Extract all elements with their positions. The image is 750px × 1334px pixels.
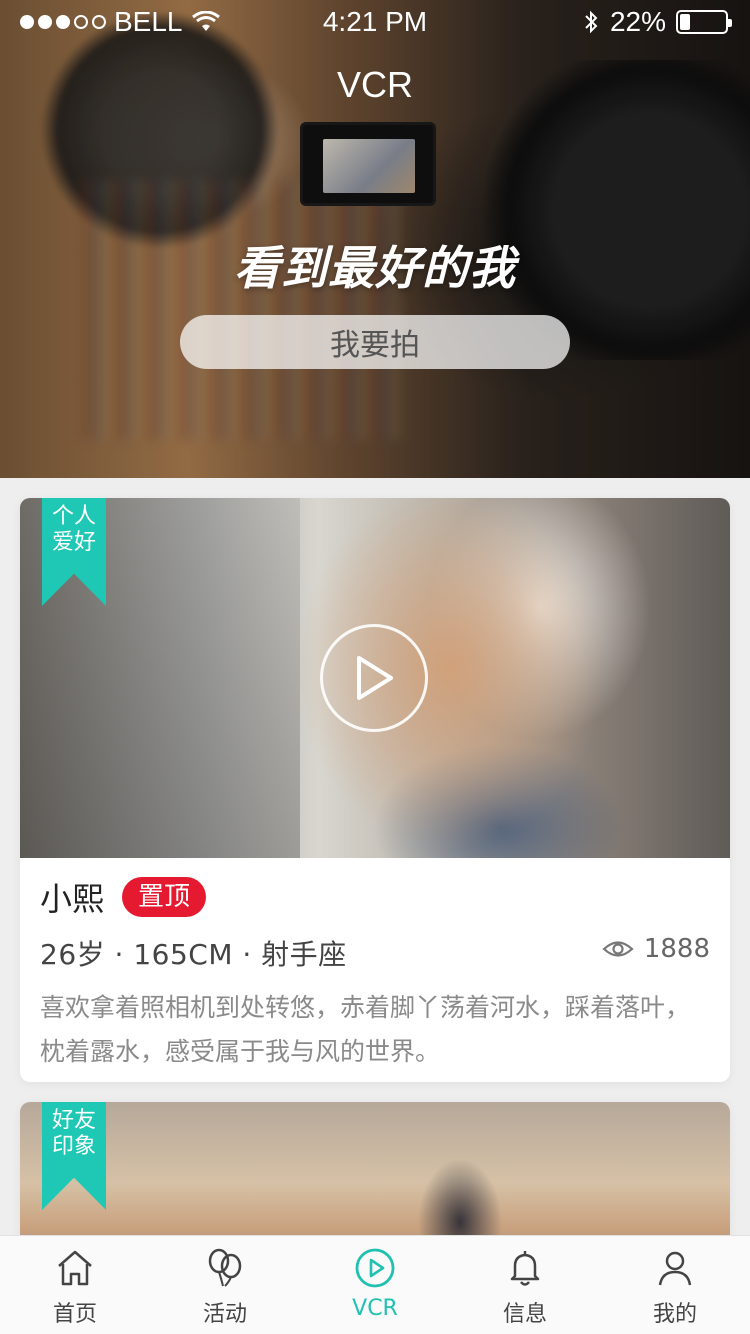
- bottom-tab-bar: 首页 活动 VCR 信息 我的: [0, 1235, 750, 1334]
- video-thumbnail[interactable]: 个人 爱好: [20, 498, 730, 858]
- balloons-icon: [208, 1248, 242, 1287]
- name-row: 小熙 置顶: [40, 872, 710, 922]
- user-description: 喜欢拿着照相机到处转悠，赤着脚丫荡着河水，踩着落叶，枕着露水，感受属于我与风的世…: [40, 993, 691, 1066]
- hero-slogan: 看到最好的我: [234, 241, 516, 295]
- pinned-badge: 置顶: [122, 877, 207, 917]
- card-info: 小熙 置顶 26岁 · 165CM · 射手座 1888 喜欢拿着照相机到处转悠…: [40, 872, 710, 1074]
- tab-vcr[interactable]: VCR: [300, 1236, 450, 1334]
- status-right: 22%: [582, 6, 732, 38]
- bell-icon: [510, 1251, 540, 1286]
- eye-icon: [602, 941, 634, 957]
- status-bar: BELL 4:21 PM 22%: [0, 0, 750, 44]
- shoot-button[interactable]: 我要拍: [180, 315, 570, 369]
- play-circle-icon: [355, 1248, 395, 1288]
- tab-home[interactable]: 首页: [0, 1236, 150, 1334]
- page-title: VCR: [336, 64, 413, 105]
- tab-label: 信息: [502, 1302, 547, 1327]
- home-icon: [58, 1250, 92, 1286]
- user-icon: [658, 1251, 692, 1286]
- battery-percent: 22%: [609, 6, 666, 37]
- user-meta: 26岁 · 165CM · 射手座: [40, 938, 347, 971]
- user-name[interactable]: 小熙: [40, 874, 104, 920]
- tab-label: 我的: [652, 1302, 697, 1327]
- play-button[interactable]: [320, 624, 428, 732]
- ribbon-line2: 爱好: [51, 530, 96, 555]
- tab-activities[interactable]: 活动: [150, 1236, 300, 1334]
- bluetooth-icon: [585, 10, 598, 34]
- vcr-card[interactable]: 个人 爱好 小熙 置顶 26岁 · 165CM · 射手座 1888 喜欢拿着照…: [20, 498, 730, 1082]
- tab-label: 首页: [52, 1302, 97, 1327]
- hero-banner: BELL 4:21 PM 22% VCR 看到最好的我 我要拍: [0, 0, 750, 478]
- tab-label: VCR: [352, 1296, 398, 1321]
- play-icon: [357, 656, 393, 700]
- tab-label: 活动: [202, 1302, 247, 1327]
- category-ribbon: 好友 印象: [42, 1102, 106, 1210]
- tab-messages[interactable]: 信息: [450, 1236, 600, 1334]
- ribbon-line1: 个人: [51, 504, 96, 529]
- ribbon-line2: 印象: [51, 1134, 96, 1159]
- view-count: 1888: [602, 934, 710, 964]
- tab-profile[interactable]: 我的: [600, 1236, 750, 1334]
- ribbon-line1: 好友: [51, 1108, 96, 1133]
- battery-icon: [676, 10, 732, 34]
- meta-row: 26岁 · 165CM · 射手座 1888: [40, 926, 710, 980]
- view-count-value: 1888: [643, 934, 710, 964]
